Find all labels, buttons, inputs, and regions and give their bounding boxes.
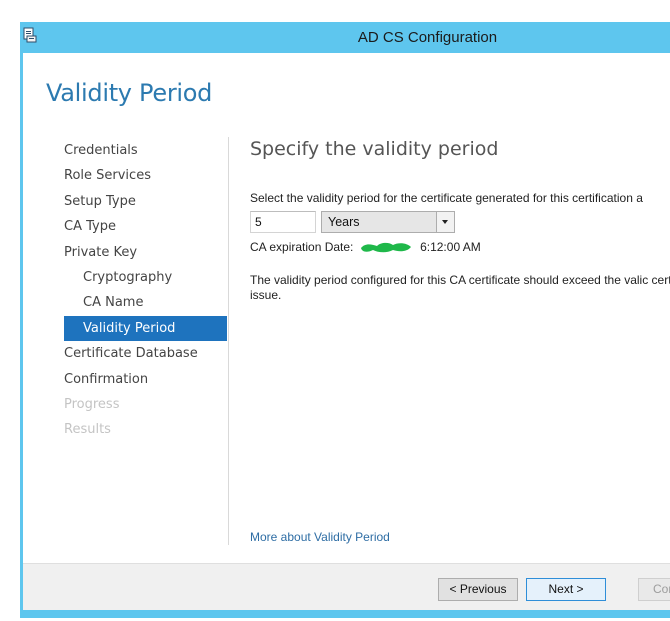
nav-item-private-key[interactable]: Private Key <box>23 240 227 265</box>
title-bar[interactable]: AD CS Configuration <box>20 22 670 53</box>
chevron-down-icon <box>442 220 448 224</box>
dropdown-button[interactable] <box>436 212 454 232</box>
validity-note: The validity period configured for this … <box>250 273 670 302</box>
window-title: AD CS Configuration <box>357 29 498 46</box>
nav-item-results: Results <box>64 422 111 438</box>
expiration-label: CA expiration Date: <box>250 240 354 254</box>
validity-unit-value: Years <box>328 215 360 229</box>
expiration-date-line: CA expiration Date: 6:12:00 AM <box>250 240 481 254</box>
more-about-validity-link[interactable]: More about Validity Period <box>250 530 390 544</box>
nav-item-validity-period[interactable]: Validity Period <box>64 315 227 342</box>
redaction-mark <box>360 242 411 253</box>
page-title: Validity Period <box>46 79 213 107</box>
nav-item-ca-name[interactable]: CA Name <box>23 290 227 315</box>
previous-button[interactable]: < Previous <box>438 578 518 601</box>
nav-item-ca-type[interactable]: CA Type <box>23 214 227 239</box>
ad-cs-configuration-window: AD CS Configuration Validity Period Cred… <box>20 22 670 618</box>
nav-item-confirmation[interactable]: Confirmation <box>23 367 227 392</box>
nav-item-role-services[interactable]: Role Services <box>23 163 227 188</box>
section-heading: Specify the validity period <box>250 138 499 160</box>
nav-item-certificate-database[interactable]: Certificate Database <box>23 341 227 366</box>
validity-prompt: Select the validity period for the certi… <box>250 191 643 205</box>
nav-divider <box>228 137 229 545</box>
expiration-time: 6:12:00 AM <box>420 240 481 254</box>
wizard-body: Validity Period Credentials Role Service… <box>23 53 670 563</box>
next-button[interactable]: Next > <box>526 578 606 601</box>
nav-item-setup-type[interactable]: Setup Type <box>23 189 227 214</box>
nav-item-cryptography[interactable]: Cryptography <box>23 265 227 290</box>
configure-button[interactable]: Cor <box>638 578 670 601</box>
wizard-nav: Credentials Role Services Setup Type CA … <box>23 138 227 443</box>
validity-period-input[interactable] <box>250 211 316 233</box>
validity-unit-select[interactable]: Years <box>321 211 455 233</box>
nav-item-credentials[interactable]: Credentials <box>23 138 227 163</box>
nav-item-progress: Progress <box>64 396 120 412</box>
wizard-footer: < Previous Next > Cor <box>23 563 670 610</box>
